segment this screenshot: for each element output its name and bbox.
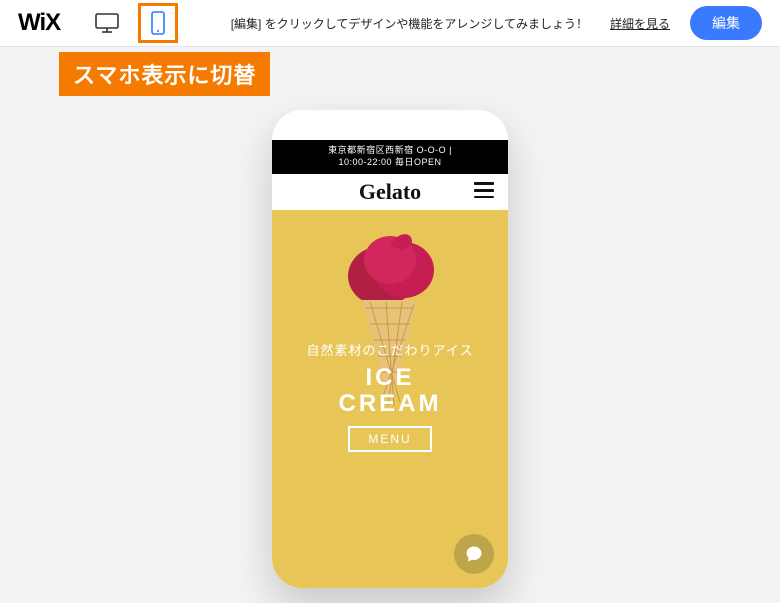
phone-info-strip: 東京都新宿区西新宿 O-O-O | 10:00-22:00 毎日OPEN — [272, 140, 508, 174]
desktop-device-button[interactable] — [90, 6, 124, 40]
top-bar: WiX [編集] をクリックしてデザインや機能をアレンジしてみましょう！ 詳細を… — [0, 0, 780, 47]
chat-fab-button[interactable] — [454, 534, 494, 574]
phone-brand-row: Gelato — [272, 174, 508, 210]
tip-text: [編集] をクリックしてデザインや機能をアレンジしてみましょう！ — [231, 15, 588, 32]
phone-info-line1: 東京都新宿区西新宿 O-O-O | — [276, 145, 504, 157]
phone-info-line2: 10:00-22:00 毎日OPEN — [276, 157, 504, 169]
desktop-icon — [94, 12, 120, 34]
phone-brand: Gelato — [359, 179, 421, 205]
hamburger-icon — [474, 182, 494, 184]
wix-logo: WiX — [18, 9, 60, 37]
mobile-icon — [150, 10, 166, 36]
device-switcher — [90, 3, 178, 43]
hero-menu-button[interactable]: MENU — [348, 426, 431, 452]
hero-tagline: 自然素材のこだわりアイス — [272, 340, 508, 359]
chat-icon — [464, 544, 484, 564]
details-link[interactable]: 詳細を見る — [610, 15, 670, 32]
hero-text-block: 自然素材のこだわりアイス ICE CREAM MENU — [272, 340, 508, 451]
phone-preview: 東京都新宿区西新宿 O-O-O | 10:00-22:00 毎日OPEN Gel… — [272, 110, 508, 588]
hamburger-menu-button[interactable] — [474, 182, 494, 198]
phone-hero: 自然素材のこだわりアイス ICE CREAM MENU — [272, 210, 508, 588]
hero-title: ICE CREAM — [272, 365, 508, 415]
edit-button[interactable]: 編集 — [690, 6, 762, 40]
preview-stage: 東京都新宿区西新宿 O-O-O | 10:00-22:00 毎日OPEN Gel… — [0, 46, 780, 603]
mobile-device-button[interactable] — [138, 3, 178, 43]
phone-statusbar — [272, 110, 508, 140]
